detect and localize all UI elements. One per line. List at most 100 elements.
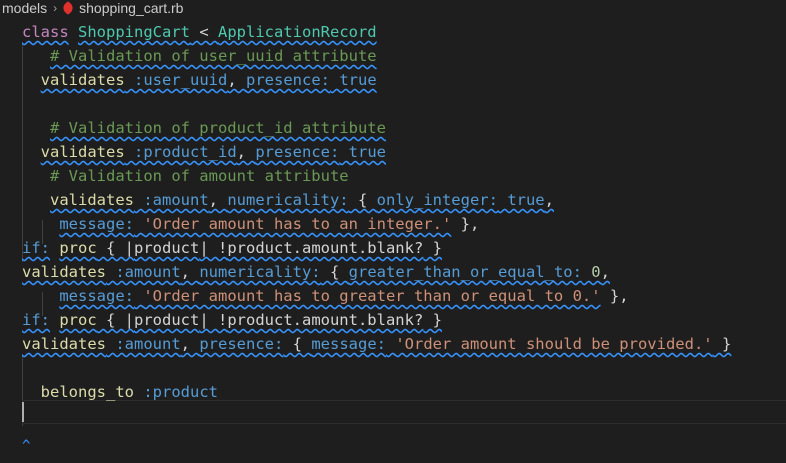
code-line[interactable]: # Validation of amount attribute [22, 164, 349, 188]
code-token: # Validation of product_id attribute [50, 119, 386, 137]
code-token: presence: [246, 71, 330, 89]
code-line[interactable]: message: 'Order amount has to greater th… [22, 284, 629, 308]
code-token: , [236, 143, 256, 161]
code-token: 0 [581, 263, 601, 281]
code-token: }, [451, 215, 480, 233]
code-token: # Validation of amount attribute [50, 167, 349, 185]
code-token: | ! [199, 239, 228, 257]
code-token: product.amount.blank? [227, 311, 424, 329]
code-token: | ! [199, 311, 228, 329]
code-token: proc [59, 311, 97, 329]
code-token: validates [22, 335, 106, 353]
code-token: numericality: [199, 263, 321, 281]
code-token: , [600, 263, 610, 281]
code-token: presence: [199, 335, 284, 353]
code-token: numericality: [227, 191, 349, 209]
code-token: only_integer: [376, 191, 498, 209]
code-token: # Validation of user_uuid attribute [50, 47, 377, 65]
code-token: validates [40, 71, 125, 89]
code-token: greater_than_or_equal_to: [348, 263, 582, 281]
code-token: :product [134, 383, 218, 401]
code-token: :product_id [124, 143, 237, 161]
code-token: , [180, 263, 200, 281]
code-token: presence: [255, 143, 340, 161]
code-line[interactable]: class ShoppingCart < ApplicationRecord [22, 20, 377, 44]
code-token: message: [311, 335, 386, 353]
code-token: if: [22, 239, 50, 257]
code-token: , [208, 191, 228, 209]
text-cursor [22, 402, 24, 422]
code-token: 'Order amount has to an integer.' [143, 215, 452, 233]
code-token: product [134, 239, 200, 257]
code-token: { [283, 335, 312, 353]
code-line[interactable]: message: 'Order amount has to an integer… [22, 212, 479, 236]
breadcrumb: models › shopping_cart.rb [0, 0, 786, 16]
code-line[interactable]: validates :amount, presence: { message: … [22, 332, 731, 356]
code-token: class [22, 23, 69, 41]
code-line[interactable]: # Validation of product_id attribute [22, 116, 386, 140]
code-token: } [423, 239, 442, 257]
code-token: product.amount.blank? [227, 239, 424, 257]
code-token: { [320, 263, 349, 281]
code-token: if: [22, 311, 50, 329]
code-token: message: [59, 287, 134, 305]
breadcrumb-file[interactable]: shopping_cart.rb [79, 0, 183, 16]
code-token: product [134, 311, 200, 329]
chevron-right-icon: › [53, 1, 58, 15]
code-token: { | [96, 239, 134, 257]
code-token: < [190, 23, 218, 41]
code-token: ApplicationRecord [218, 23, 377, 41]
code-token: validates [50, 191, 134, 209]
code-token: , [227, 71, 246, 89]
code-token: validates [40, 143, 125, 161]
code-editor[interactable]: class ShoppingCart < ApplicationRecord #… [0, 20, 786, 463]
code-line[interactable]: # Validation of user_uuid attribute [22, 44, 377, 68]
code-token: :amount [106, 335, 181, 353]
code-token: :amount [106, 263, 181, 281]
code-token: :user_uuid [124, 71, 228, 89]
code-token: }, [600, 287, 629, 305]
breadcrumb-folder[interactable]: models [0, 0, 47, 16]
code-token: message: [59, 215, 134, 233]
code-token: validates [22, 263, 106, 281]
code-token: :amount [134, 191, 209, 209]
code-token: { [348, 191, 377, 209]
code-line[interactable]: validates :product_id, presence: true [22, 140, 386, 164]
code-token: true [497, 191, 545, 209]
code-token: { | [96, 311, 134, 329]
code-token: belongs_to [40, 383, 134, 401]
code-token: } [712, 335, 732, 353]
code-line[interactable]: validates :amount, numericality: { great… [22, 260, 610, 284]
code-token: true [339, 143, 386, 161]
code-token: 'Order amount should be provided.' [395, 335, 713, 353]
code-token: } [423, 311, 442, 329]
code-token: , [180, 335, 200, 353]
code-token: ShoppingCart [78, 23, 190, 41]
code-line[interactable]: if: proc { |product| !product.amount.bla… [22, 308, 442, 332]
code-token: , [544, 191, 554, 209]
code-token: true [330, 71, 377, 89]
ruby-icon [61, 0, 76, 16]
code-line[interactable]: belongs_to :product [22, 380, 218, 404]
code-line[interactable]: validates :user_uuid, presence: true [22, 68, 377, 92]
fold-marker-icon[interactable]: ^ [22, 438, 30, 454]
code-token: 'Order amount has to greater than or equ… [143, 287, 601, 305]
code-line[interactable]: if: proc { |product| !product.amount.bla… [22, 236, 442, 260]
code-line[interactable]: validates :amount, numericality: { only_… [22, 188, 554, 212]
code-token: proc [59, 239, 97, 257]
